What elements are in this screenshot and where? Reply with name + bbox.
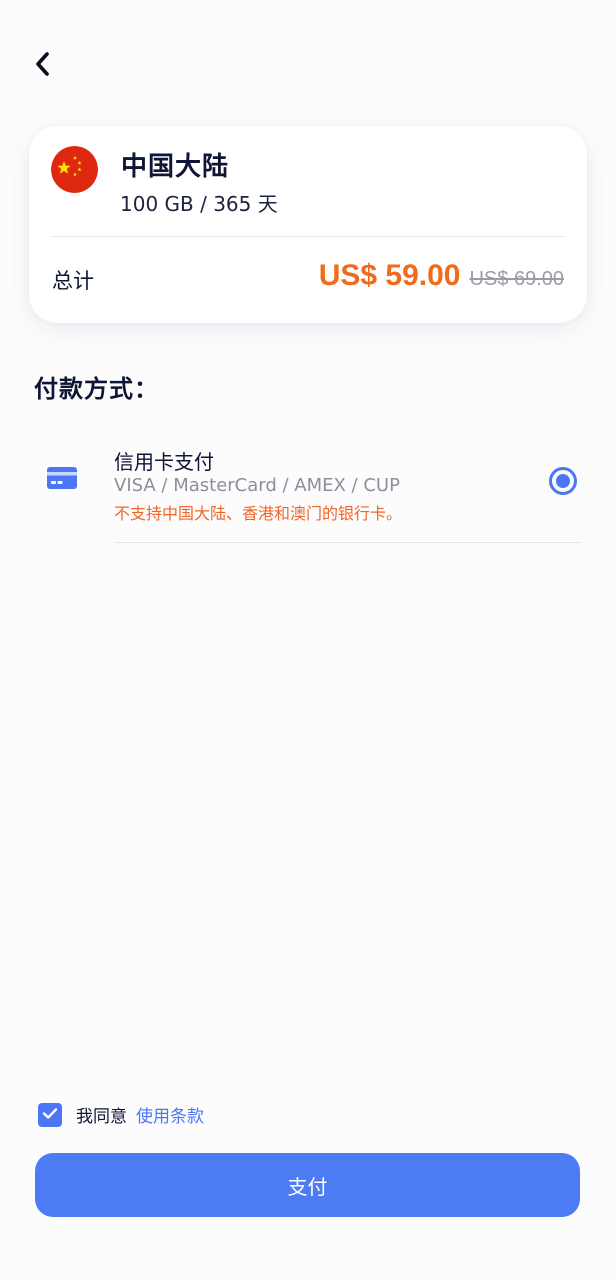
checkmark-icon xyxy=(42,1105,58,1124)
payment-card-brands: VISA / MasterCard / AMEX / CUP xyxy=(114,475,400,496)
pay-button[interactable]: 支付 xyxy=(35,1153,580,1217)
payment-divider xyxy=(114,542,582,543)
terms-of-use-link[interactable]: 使用条款 xyxy=(136,1102,204,1127)
agreement-checkbox[interactable] xyxy=(38,1102,62,1127)
agreement-row: 我同意 使用条款 xyxy=(38,1102,204,1127)
payment-method-title: 付款方式： xyxy=(34,375,159,403)
original-price: US$ 69.00 xyxy=(469,268,564,290)
plan-description: 100 GB / 365 天 xyxy=(120,192,278,216)
total-label: 总计 xyxy=(52,269,94,293)
radio-dot xyxy=(556,474,570,488)
price-group: US$ 59.00 US$ 69.00 xyxy=(319,259,564,293)
china-flag-icon xyxy=(51,146,98,193)
back-button[interactable] xyxy=(24,48,60,84)
payment-option-credit-card[interactable]: 信用卡支付 VISA / MasterCard / AMEX / CUP 不支持… xyxy=(34,436,582,543)
order-summary-card: 中国大陆 100 GB / 365 天 总计 US$ 59.00 US$ 69.… xyxy=(29,126,587,323)
current-price: US$ 59.00 xyxy=(318,259,461,292)
card-divider xyxy=(51,236,565,237)
chevron-left-icon xyxy=(33,51,51,81)
payment-method-name: 信用卡支付 xyxy=(114,450,214,474)
payment-warning-note: 不支持中国大陆、香港和澳门的银行卡。 xyxy=(114,504,403,523)
region-title: 中国大陆 xyxy=(121,152,230,182)
credit-card-icon xyxy=(47,467,77,493)
agreement-text: 我同意 xyxy=(76,1107,127,1127)
payment-radio-selected[interactable] xyxy=(549,467,577,495)
